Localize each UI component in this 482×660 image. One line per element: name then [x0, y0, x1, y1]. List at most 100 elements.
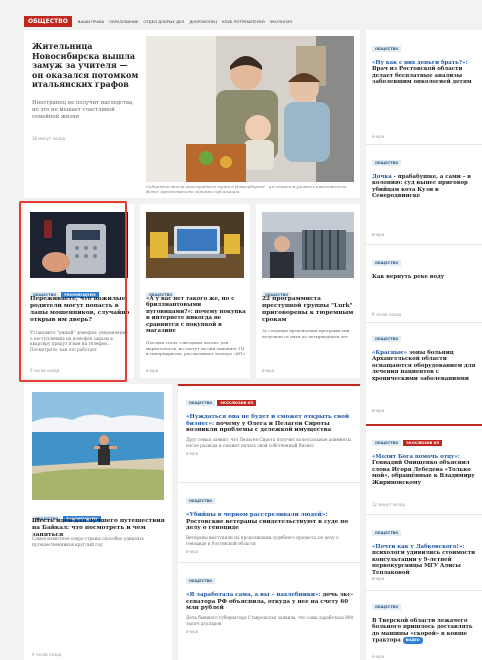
card-photo [32, 392, 164, 500]
item-title[interactable]: «Я заработала сама, а вы – нахлебники»: … [186, 592, 354, 612]
item-tags: ОБЩЕСТВО [186, 570, 354, 589]
right-item[interactable]: ОБЩЕСТВО ЭКСКЛЮЗИВ КП «Молит Бога помочь … [372, 432, 478, 507]
item-title-rest: Ростовские ветераны свидетельствуют в су… [186, 518, 349, 532]
right-item-title[interactable]: «Красные» зоны больниц Архангельской обл… [372, 350, 478, 382]
card-time: 9 часов назад [32, 652, 62, 657]
right-item-time: 12 минут назад [372, 502, 405, 507]
tag-society[interactable]: ОБЩЕСТВО [372, 45, 402, 52]
tag-society[interactable]: ОБЩЕСТВО [372, 439, 402, 446]
item-time: вчера [186, 549, 199, 555]
tag-exclusive[interactable]: ЭКСКЛЮЗИВ КП [403, 439, 443, 446]
divider [366, 144, 482, 145]
article-card-baikal[interactable]: ОБЩЕСТВО РЕКОМЕНДУЕМ Шесть идей для лучше… [24, 384, 172, 660]
card-desc: Самое известное озеро страны способно уд… [32, 536, 144, 547]
nav-item-consumer-club[interactable]: КЛУБ ПОТРЕБИТЕЛЕЙ [222, 19, 265, 24]
card-desc: Поездка стала «звездным часом» для марке… [146, 340, 246, 357]
item-quote: «Убийцы в черном расстреливали людей»: [186, 512, 328, 518]
courtroom-image [262, 212, 354, 278]
lead-desc: Иностранец не получит наследства, но это… [32, 100, 134, 121]
lead-photo[interactable] [146, 36, 354, 182]
item-title[interactable]: «Нуждаться она не будет и сможет открыть… [186, 414, 354, 434]
divider [366, 514, 482, 515]
nav-item-volunteer[interactable]: ДОБРОВОЛЕЦ [189, 19, 217, 24]
divider [366, 590, 482, 591]
card-time: вчера [262, 368, 275, 373]
lead-photo-caption: Сибирячка нашла иностранного мужа в Ново… [146, 184, 348, 194]
card-title[interactable]: «А у вас нет такого же, но с бриллиантов… [146, 296, 246, 335]
right-item-title[interactable]: В Тверской области лежачего больного при… [372, 618, 478, 645]
lead-title[interactable]: Жительница Новосибирска вышла замуж за у… [32, 41, 140, 90]
item-title-rest: Геннадий Онищенко объяснил слова Игоря Л… [372, 460, 475, 486]
family-photo-image [146, 36, 354, 182]
divider [366, 244, 482, 245]
card-desc: За создание вредоносных программ они пол… [262, 328, 350, 339]
list-item[interactable]: ОБЩЕСТВО «Убийцы в черном расстреливали … [186, 490, 354, 554]
right-item[interactable]: ОБЩЕСТВО Дочка - прабабушке, а сами – в … [372, 152, 478, 237]
video-badge[interactable]: ВИДЕО [402, 637, 423, 644]
tag-society[interactable]: ОБЩЕСТВО [372, 603, 402, 610]
item-time: вчера [186, 629, 199, 635]
divider [366, 322, 482, 323]
item-tags: ОБЩЕСТВО ЭКСКЛЮЗИВ КП [186, 392, 354, 411]
right-item-time: вчера [372, 134, 385, 139]
tag-society[interactable]: ОБЩЕСТВО [372, 335, 402, 342]
right-item[interactable]: ОБЩЕСТВО «Почти как у Лабковского!»: пси… [372, 522, 478, 581]
right-item-title[interactable]: «Ну как с них деньги брать?»: Врач из Ро… [372, 60, 478, 86]
lead-story[interactable]: Жительница Новосибирска вышла замуж за у… [24, 30, 360, 198]
right-item-time: вчера [372, 576, 385, 581]
right-item[interactable]: ОБЩЕСТВО «Красные» зоны больниц Архангел… [372, 328, 478, 413]
item-desc: Дочь бывшего губернатора Ставрополья зая… [186, 615, 354, 626]
right-item[interactable]: ОБЩЕСТВО «Ну как с них деньги брать?»: В… [372, 38, 478, 139]
item-quote: «Почти как у Лабковского!»: [372, 544, 465, 550]
item-tags: ОБЩЕСТВО [186, 490, 354, 509]
tag-society[interactable]: ОБЩЕСТВО [372, 159, 402, 166]
divider [178, 562, 360, 563]
tag-society[interactable]: ОБЩЕСТВО [186, 577, 216, 584]
nav-item-ecology[interactable]: ЭКОЛОГИЯ [270, 19, 292, 24]
item-title-rest: Как вернуть реке воду [372, 274, 445, 280]
item-desc: Друг семьи заявил, что Пелагея Сирота по… [186, 437, 351, 448]
tag-society[interactable]: ОБЩЕСТВО [372, 529, 402, 536]
right-item-time: вчера [372, 232, 385, 237]
article-card-shopping[interactable]: ОБЩЕСТВО «А у вас нет такого же, но с бр… [140, 204, 250, 378]
article-card-lurk[interactable]: ОБЩЕСТВО 22 программиста преступной груп… [256, 204, 360, 378]
right-item[interactable]: ОБЩЕСТВО Как вернуть реке воду 9 часов н… [372, 252, 478, 317]
card-photo [262, 212, 354, 278]
section-nav: ВАШИ ПРАВА ОБРАЗОВАНИЕ ОТДЕЛ ДОБРЫХ ДЕЛ … [78, 19, 292, 24]
highlight-frame [19, 201, 127, 382]
lead-time: 30 минут назад [32, 136, 65, 141]
list-item[interactable]: ОБЩЕСТВО «Я заработала сама, а вы – нахл… [186, 570, 354, 634]
right-item-time: вчера [372, 408, 385, 413]
tag-exclusive[interactable]: ЭКСКЛЮЗИВ КП [217, 399, 257, 406]
item-quote: «Я заработала сама, а вы – нахлебники»: [186, 592, 321, 598]
right-item-title[interactable]: «Почти как у Лабковского!»: психологи уд… [372, 544, 478, 576]
tag-society[interactable]: ОБЩЕСТВО [372, 259, 402, 266]
tag-society[interactable]: ОБЩЕСТВО [186, 497, 216, 504]
right-news-column: ОБЩЕСТВО «Ну как с них деньги брать?»: В… [366, 30, 482, 660]
nav-item-education[interactable]: ОБРАЗОВАНИЕ [109, 19, 138, 24]
tag-society[interactable]: ОБЩЕСТВО [186, 399, 216, 406]
item-quote: Дочка [372, 174, 392, 180]
right-item-time: 9 часов назад [372, 312, 402, 317]
nav-item-rights[interactable]: ВАШИ ПРАВА [78, 19, 104, 24]
item-time: вчера [186, 451, 199, 457]
card-time: вчера [146, 368, 159, 373]
news-list-middle: ОБЩЕСТВО ЭКСКЛЮЗИВ КП «Нуждаться она не б… [178, 384, 360, 660]
right-item-time: вчера [372, 654, 385, 659]
item-title[interactable]: «Убийцы в черном расстреливали людей»: Р… [186, 512, 354, 532]
right-item-title[interactable]: Как вернуть реке воду [372, 274, 478, 280]
list-item[interactable]: ОБЩЕСТВО ЭКСКЛЮЗИВ КП «Нуждаться она не б… [186, 392, 354, 456]
card-photo [146, 212, 244, 278]
item-title-rest: психологи удивились стоимости консультац… [372, 550, 476, 576]
right-item-title[interactable]: Дочка - прабабушке, а сами – в колонию: … [372, 174, 478, 200]
divider [178, 482, 360, 483]
right-item-title[interactable]: «Молит Бога помочь отцу»: Геннадий Онище… [372, 454, 478, 486]
divider-red [366, 424, 482, 426]
card-title[interactable]: 22 программиста преступной группы "Lurk"… [262, 296, 354, 324]
nav-item-good-deeds[interactable]: ОТДЕЛ ДОБРЫХ ДЕЛ [143, 19, 184, 24]
shopping-image [146, 212, 244, 278]
section-badge[interactable]: ОБЩЕСТВО [24, 15, 72, 27]
right-item[interactable]: ОБЩЕСТВО В Тверской области лежачего бол… [372, 596, 478, 659]
item-desc: Ветераны выступили на продолжении судебн… [186, 535, 339, 546]
item-title-rest: Врач из Ростовской области делает беспла… [372, 66, 472, 86]
